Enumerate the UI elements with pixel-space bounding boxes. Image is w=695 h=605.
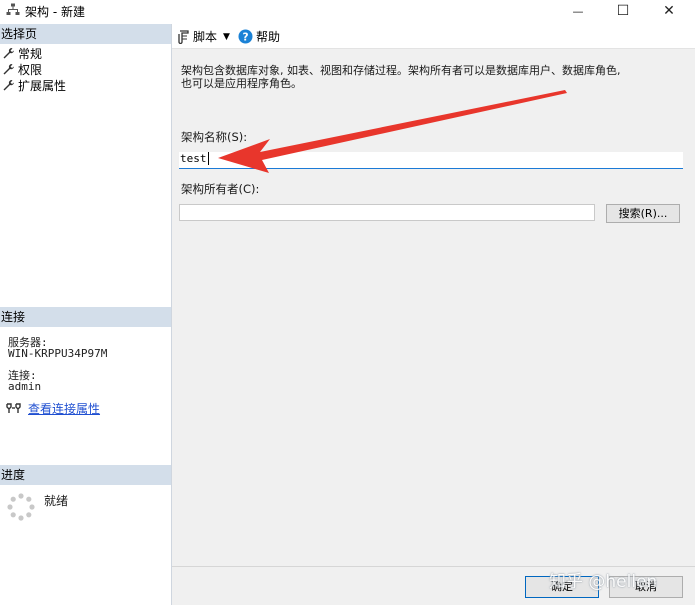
- script-label: 脚本: [193, 30, 218, 44]
- server-value: WIN-KRPPU34P97M: [8, 347, 108, 360]
- close-icon: ✕: [663, 3, 675, 19]
- wrench-icon: [3, 79, 14, 90]
- schema-name-input[interactable]: test: [179, 152, 683, 169]
- schema-description: 架构包含数据库对象, 如表、视图和存储过程。架构所有者可以是数据库用户、数据库角…: [181, 64, 686, 90]
- help-label: 帮助: [256, 30, 281, 44]
- progress-status: 就绪: [44, 494, 69, 508]
- sidebar-item-general[interactable]: 常规: [2, 45, 42, 61]
- search-button[interactable]: 搜索(R)...: [606, 204, 680, 223]
- schema-owner-input[interactable]: [179, 204, 595, 221]
- minimize-button[interactable]: —: [555, 0, 601, 22]
- close-button[interactable]: ✕: [646, 0, 692, 22]
- connection-header: 连接: [0, 307, 171, 327]
- window-title: 架构 - 新建: [25, 5, 85, 19]
- toolbar: 脚本 ▼ ? 帮助: [172, 24, 695, 49]
- sidebar: 选择页 常规 权限 扩展属性 连接 服务器: WIN-KRPPU34P97M 连…: [0, 24, 172, 605]
- help-button[interactable]: ? 帮助: [238, 28, 280, 45]
- connection-plug-icon: [6, 403, 21, 413]
- schema-owner-label: 架构所有者(C):: [181, 182, 260, 196]
- minimize-icon: —: [572, 4, 584, 18]
- watermark-text: 知乎 @hellen: [549, 572, 658, 592]
- progress-spinner-icon: [7, 493, 35, 521]
- schema-name-label: 架构名称(S):: [181, 130, 248, 144]
- maximize-icon: ☐: [616, 3, 630, 19]
- sidebar-item-permissions[interactable]: 权限: [2, 61, 42, 77]
- description-line-2: 也可以是应用程序角色。: [181, 77, 302, 90]
- wrench-icon: [3, 63, 14, 74]
- select-page-header: 选择页: [0, 24, 171, 44]
- main-panel: 脚本 ▼ ? 帮助 架构包含数据库对象, 如表、视图和存储过程。架构所有者可以是…: [172, 24, 695, 605]
- text-cursor: [207, 152, 209, 165]
- script-button[interactable]: 脚本 ▼: [177, 28, 230, 45]
- description-line-1: 架构包含数据库对象, 如表、视图和存储过程。架构所有者可以是数据库用户、数据库角…: [181, 64, 621, 77]
- wrench-icon: [3, 47, 14, 58]
- svg-text:?: ?: [242, 31, 248, 43]
- script-icon: [178, 29, 189, 44]
- view-connection-link[interactable]: 查看连接属性: [28, 400, 100, 417]
- chevron-down-icon: ▼: [223, 31, 230, 42]
- sidebar-item-label: 扩展属性: [18, 78, 67, 93]
- connection-value: admin: [8, 380, 42, 393]
- schema-name-value: test: [180, 152, 207, 165]
- help-icon: ?: [238, 29, 253, 44]
- maximize-button[interactable]: ☐: [600, 0, 646, 22]
- progress-header: 进度: [0, 465, 171, 485]
- sidebar-item-label: 权限: [18, 62, 43, 77]
- sidebar-item-extended-properties[interactable]: 扩展属性: [2, 77, 66, 93]
- sidebar-item-label: 常规: [18, 46, 43, 61]
- title-bar: 架构 - 新建 — ☐ ✕: [0, 0, 695, 22]
- schema-icon: [6, 3, 20, 15]
- view-connection-properties[interactable]: 查看连接属性: [6, 400, 100, 416]
